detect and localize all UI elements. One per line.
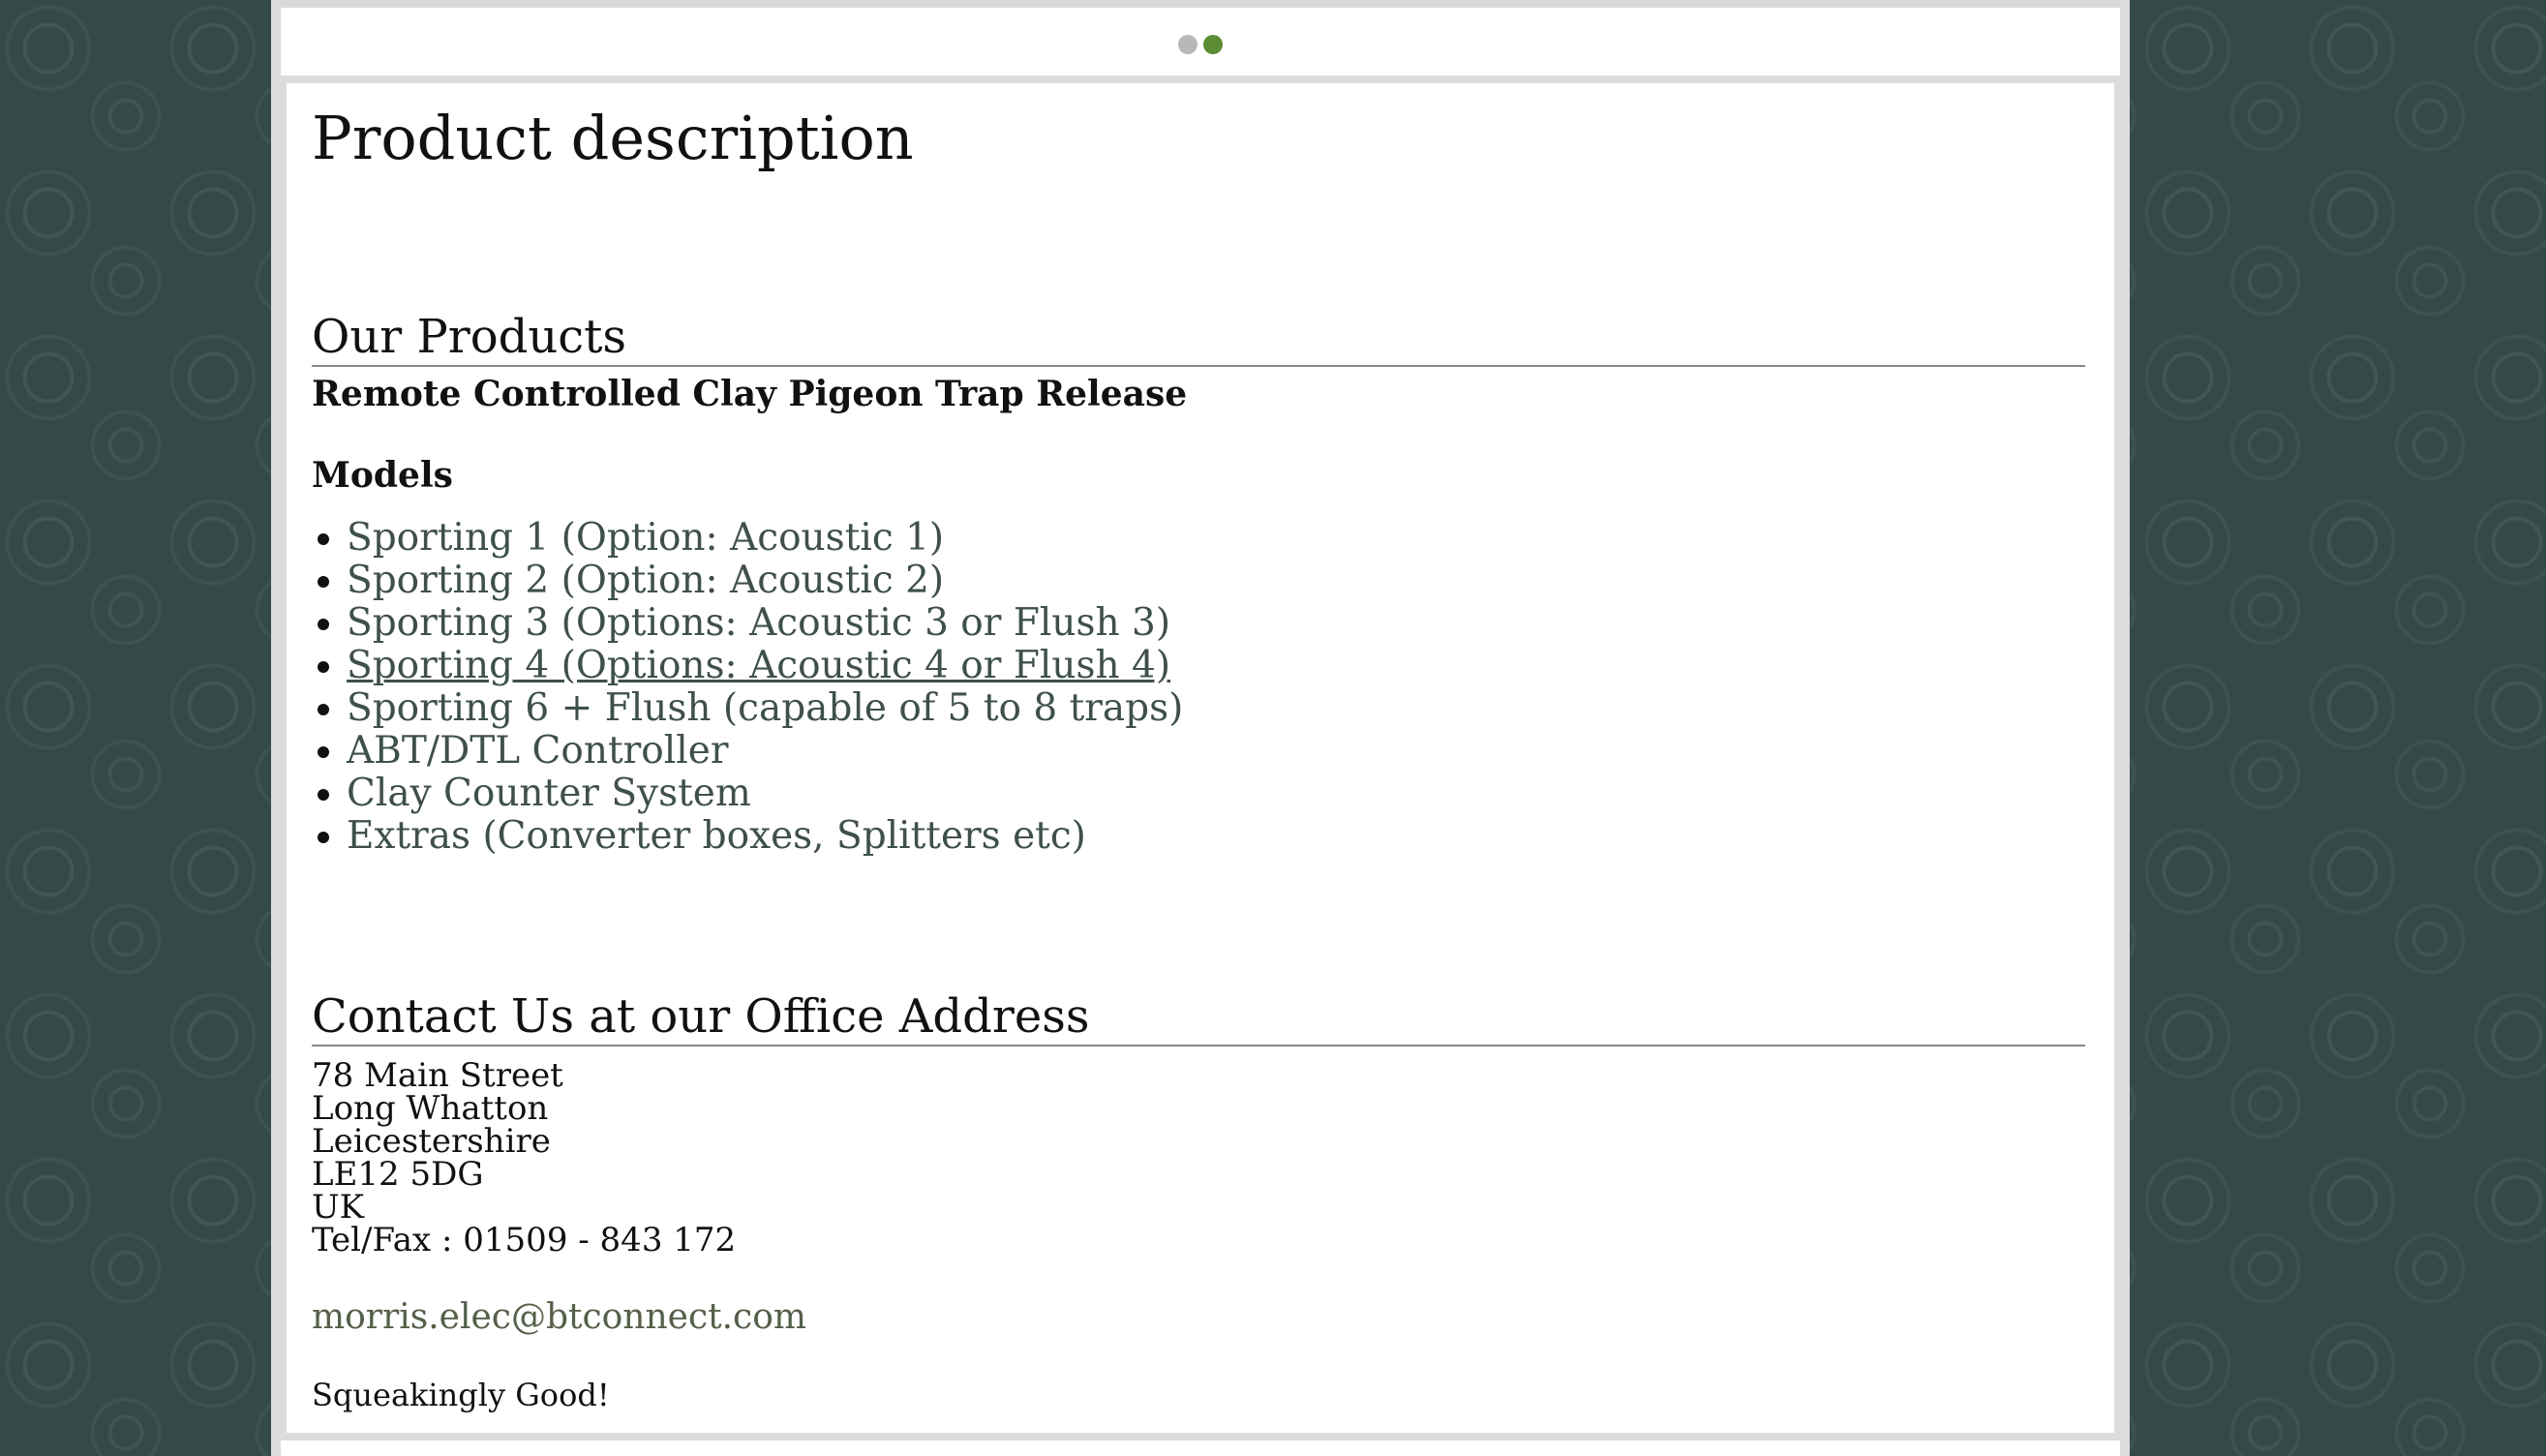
model-link-sporting-4[interactable]: Sporting 4 (Options: Acoustic 4 or Flush… [347,644,1170,687]
address-phone: Tel/Fax : 01509 - 843 172 [312,1221,737,1259]
models-label: Models [312,455,453,496]
model-link-abt-dtl[interactable]: ABT/DTL Controller [347,729,728,773]
address-town: Long Whatton [312,1089,549,1128]
model-link-sporting-3[interactable]: Sporting 3 (Options: Acoustic 3 or Flush… [347,601,1170,645]
list-item: ABT/DTL Controller [347,730,1183,773]
tagline: Squeakingly Good! [312,1377,610,1413]
list-item: Sporting 6 + Flush (capable of 5 to 8 tr… [347,687,1183,730]
contact-heading: Contact Us at our Office Address [312,991,2085,1046]
page-title: Product description [312,103,914,173]
page-container: Product description Our Products Remote … [271,0,2130,1456]
content-panel: Product description Our Products Remote … [287,83,2114,1433]
slider-pagination [281,35,2120,54]
list-item: Extras (Converter boxes, Splitters etc) [347,815,1183,858]
models-list: Sporting 1 (Option: Acoustic 1) Sporting… [312,517,1183,858]
model-link-extras[interactable]: Extras (Converter boxes, Splitters etc) [347,814,1086,858]
list-item: Sporting 2 (Option: Acoustic 2) [347,560,1183,602]
products-heading: Our Products [312,312,2085,367]
address-street: 78 Main Street [312,1056,563,1095]
model-link-sporting-1[interactable]: Sporting 1 (Option: Acoustic 1) [347,516,944,560]
model-link-clay-counter[interactable]: Clay Counter System [347,772,751,815]
address-postcode: LE12 5DG [312,1155,484,1194]
address-country: UK [312,1188,365,1227]
office-address: 78 Main Street Long Whatton Leicestershi… [312,1059,736,1257]
image-slider [281,0,2120,76]
list-item: Sporting 1 (Option: Acoustic 1) [347,517,1183,560]
slider-dot-2[interactable] [1203,35,1223,54]
list-item: Sporting 3 (Options: Acoustic 3 or Flush… [347,602,1183,645]
email-link[interactable]: morris.elec@btconnect.com [312,1297,806,1337]
footer-strip [281,1441,2120,1456]
model-link-sporting-6[interactable]: Sporting 6 + Flush (capable of 5 to 8 tr… [347,686,1183,730]
model-link-sporting-2[interactable]: Sporting 2 (Option: Acoustic 2) [347,559,944,602]
address-county: Leicestershire [312,1122,551,1161]
list-item: Sporting 4 (Options: Acoustic 4 or Flush… [347,645,1183,687]
list-item: Clay Counter System [347,773,1183,815]
product-name: Remote Controlled Clay Pigeon Trap Relea… [312,374,1188,414]
slider-dot-1[interactable] [1178,35,1197,54]
